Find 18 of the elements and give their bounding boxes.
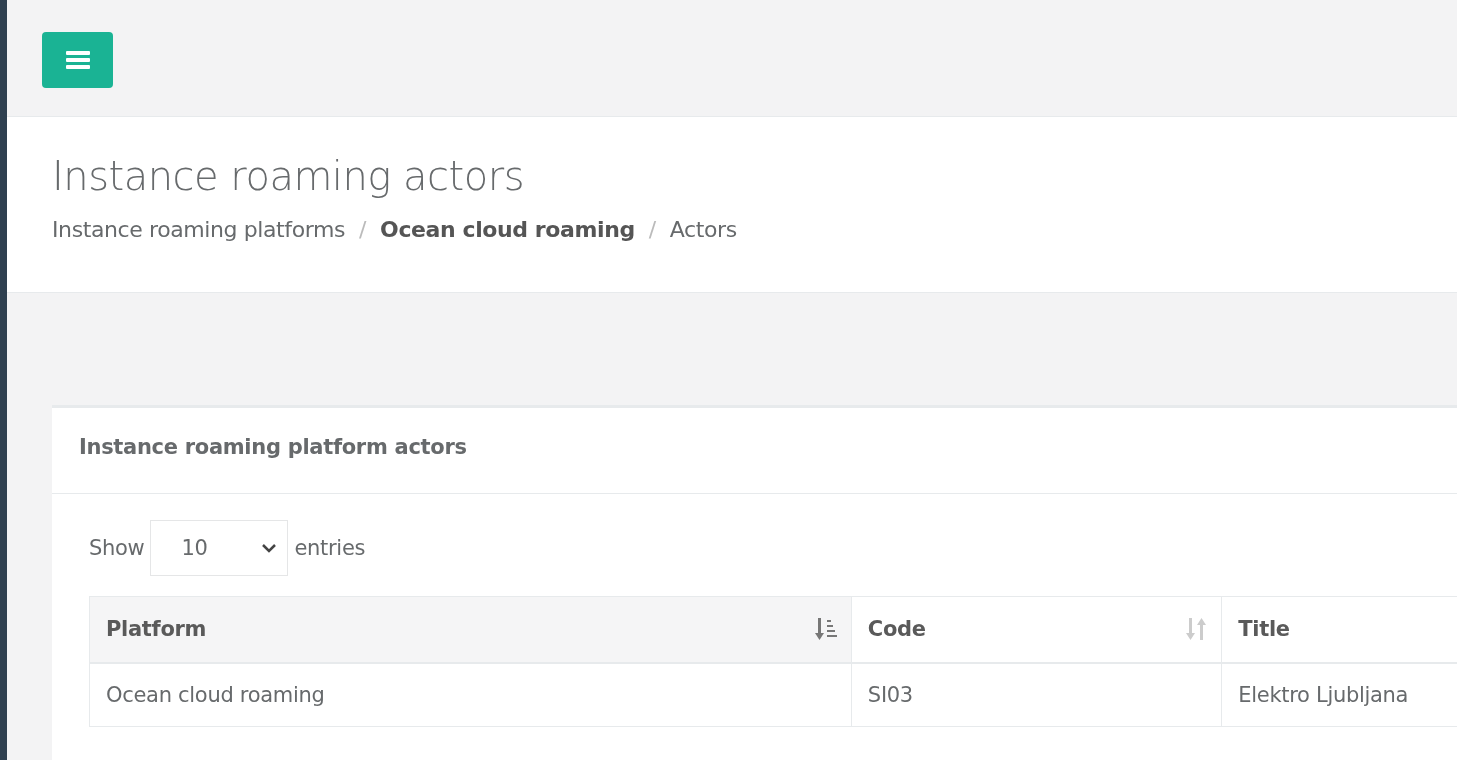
panel-title: Instance roaming platform actors	[52, 408, 1457, 494]
page-title: Instance roaming actors	[52, 153, 525, 199]
breadcrumb-separator: /	[359, 217, 367, 242]
entries-label: entries	[294, 536, 366, 560]
breadcrumb-separator: /	[648, 217, 656, 242]
table-cell: Ocean cloud roaming	[89, 662, 852, 727]
column-header[interactable]: Code	[851, 596, 1222, 663]
entries-select[interactable]: 10	[150, 520, 289, 576]
menu-icon	[65, 51, 90, 69]
table-cell: SI03	[851, 662, 1222, 727]
menu-button[interactable]	[42, 32, 113, 88]
column-header[interactable]: Platform	[89, 596, 852, 663]
breadcrumb-item[interactable]: Ocean cloud roaming	[380, 217, 635, 242]
breadcrumb-item[interactable]: Actors	[669, 217, 737, 242]
show-label: Show	[89, 536, 145, 560]
column-header[interactable]: Title	[1221, 596, 1457, 663]
breadcrumb-item[interactable]: Instance roaming platforms	[52, 217, 346, 242]
chevron-down-icon	[261, 543, 278, 553]
